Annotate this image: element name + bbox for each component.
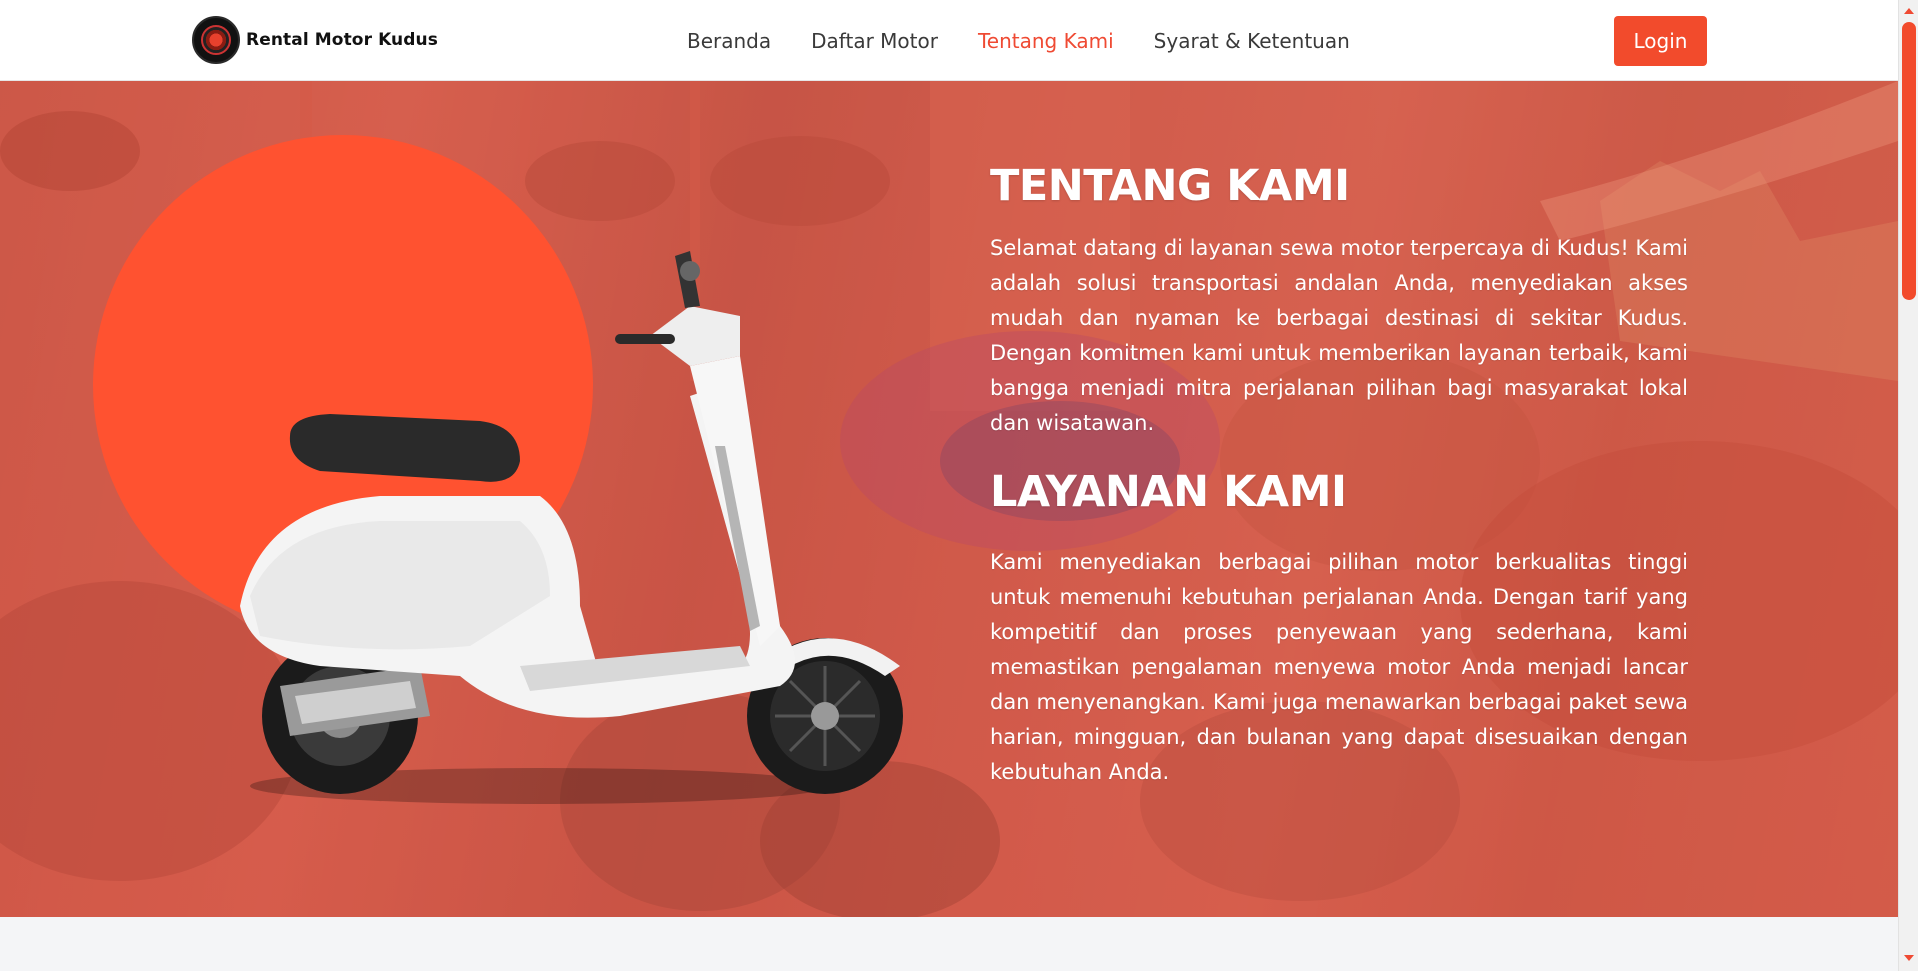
- main-nav: Beranda Daftar Motor Tentang Kami Syarat…: [687, 24, 1350, 58]
- login-button[interactable]: Login: [1614, 16, 1707, 66]
- page-scrollbar[interactable]: [1898, 0, 1918, 971]
- about-text: Selamat datang di layanan sewa motor ter…: [990, 236, 1688, 435]
- nav-link-syarat-ketentuan[interactable]: Syarat & Ketentuan: [1154, 29, 1350, 53]
- about-title: TENTANG KAMI: [990, 161, 1350, 211]
- nav-link-tentang-kami[interactable]: Tentang Kami: [978, 29, 1114, 53]
- scroll-thumb[interactable]: [1902, 22, 1916, 300]
- about-hero: TENTANG KAMI Selamat datang di layanan s…: [0, 81, 1898, 917]
- nav-link-beranda[interactable]: Beranda: [687, 29, 771, 53]
- brand[interactable]: Rental Motor Kudus: [192, 16, 438, 64]
- services-title: LAYANAN KAMI: [990, 467, 1347, 517]
- nav-link-daftar-motor[interactable]: Daftar Motor: [811, 29, 938, 53]
- motor-badge-logo: [192, 16, 240, 64]
- scroll-down-icon[interactable]: [1904, 955, 1914, 961]
- about-content: TENTANG KAMI Selamat datang di layanan s…: [990, 157, 1688, 790]
- next-section: [0, 917, 1898, 971]
- brand-name: Rental Motor Kudus: [246, 30, 438, 50]
- scroll-up-icon[interactable]: [1904, 8, 1914, 14]
- navbar: Rental Motor Kudus Beranda Daftar Motor …: [0, 0, 1898, 81]
- white-scooter-image: [240, 251, 903, 804]
- services-text: Kami menyediakan berbagai pilihan motor …: [990, 550, 1688, 784]
